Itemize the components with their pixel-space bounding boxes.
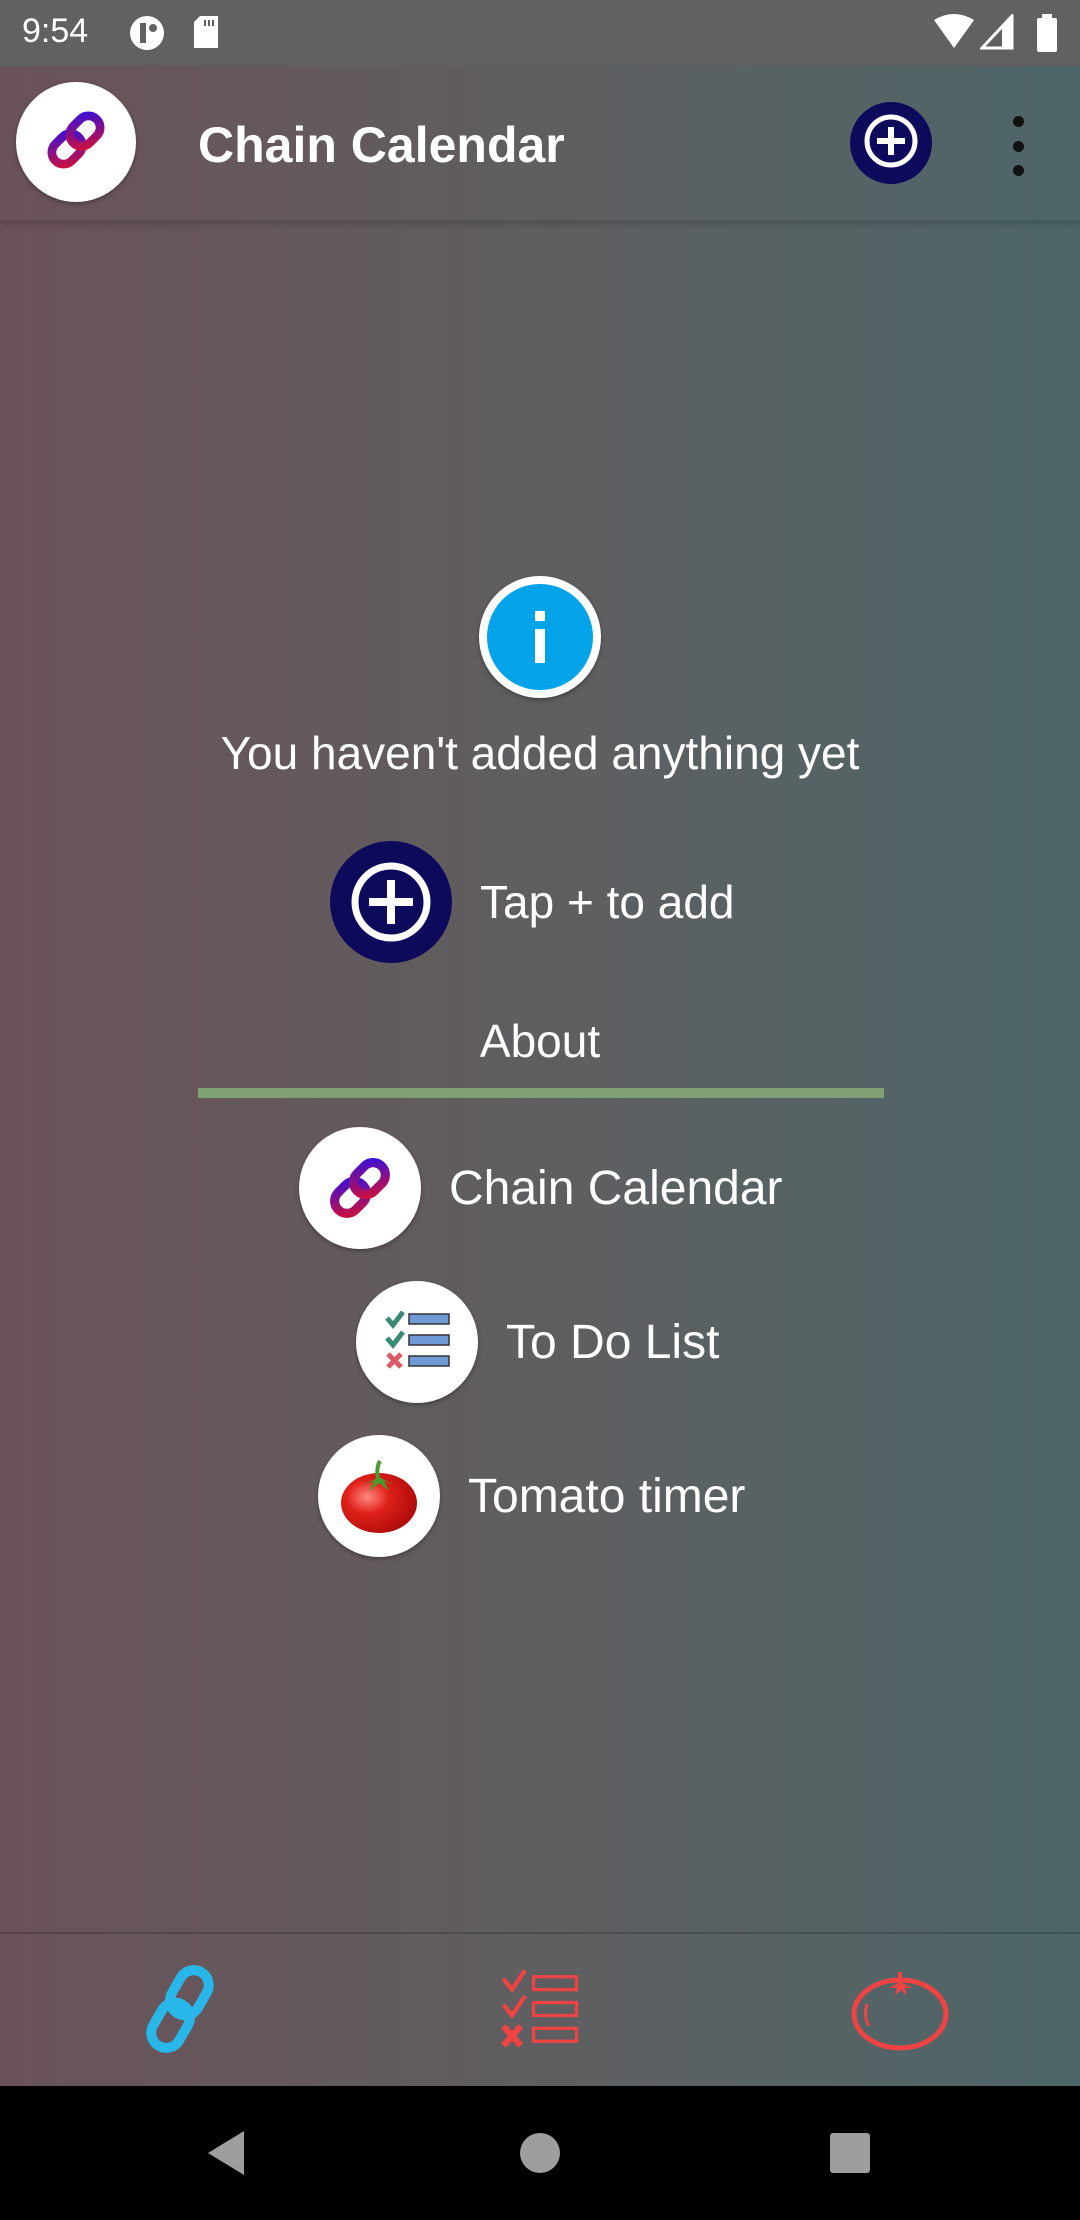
- sd-card-icon: [192, 14, 220, 55]
- about-item-tomato-timer[interactable]: Tomato timer: [318, 1434, 745, 1558]
- about-heading: About: [479, 1015, 601, 1067]
- battery-icon: [1036, 14, 1058, 57]
- empty-state-message: You haven't added anything yet: [220, 727, 860, 779]
- tap-to-add-hint: Tap + to add: [330, 840, 734, 964]
- recents-button[interactable]: [790, 2086, 910, 2220]
- chain-link-icon: [37, 101, 115, 184]
- wifi-icon: [934, 14, 974, 55]
- home-icon: [520, 2133, 560, 2173]
- about-item-to-do-list[interactable]: To Do List: [356, 1280, 719, 1404]
- chain-link-icon: [130, 1959, 230, 2064]
- add-button[interactable]: [850, 102, 932, 184]
- about-item-chain-calendar[interactable]: Chain Calendar: [299, 1126, 783, 1250]
- app-logo[interactable]: [16, 82, 136, 202]
- add-circle-icon[interactable]: [330, 841, 452, 963]
- about-divider: [198, 1088, 884, 1098]
- about-item-label: Tomato timer: [468, 1469, 746, 1523]
- app-title: Chain Calendar: [198, 117, 565, 173]
- bottom-navigation: [0, 1932, 1080, 2088]
- info-icon: [479, 576, 601, 698]
- nav-tab-chain-calendar[interactable]: [0, 1934, 360, 2088]
- about-item-label: To Do List: [506, 1315, 720, 1369]
- back-icon: [208, 2131, 244, 2175]
- status-bar: 9:54: [0, 0, 1080, 66]
- system-navigation-bar: [0, 2086, 1080, 2220]
- chain-link-icon: [299, 1127, 421, 1249]
- tap-to-add-text: Tap + to add: [480, 876, 735, 928]
- recents-icon: [830, 2133, 870, 2173]
- status-time: 9:54: [22, 12, 89, 50]
- more-vert-icon-dot: [1012, 165, 1024, 176]
- nav-tab-tomato-timer[interactable]: [720, 1934, 1080, 2088]
- more-vert-icon-dot: [1012, 116, 1024, 127]
- home-button[interactable]: [480, 2086, 600, 2220]
- overflow-menu-button[interactable]: [998, 116, 1038, 176]
- add-circle-icon: [861, 111, 921, 176]
- about-item-label: Chain Calendar: [449, 1161, 783, 1215]
- app-bar: Chain Calendar: [0, 66, 1080, 222]
- tomato-icon: [845, 1964, 955, 2059]
- nav-tab-to-do-list[interactable]: [360, 1934, 720, 2088]
- checklist-icon: [356, 1281, 478, 1403]
- checklist-icon: [497, 1966, 583, 2057]
- back-button[interactable]: [166, 2086, 286, 2220]
- cell-signal-icon: [978, 12, 1014, 55]
- notification-app-icon: [128, 14, 166, 57]
- more-vert-icon-dot: [1012, 140, 1024, 152]
- tomato-icon: [318, 1435, 440, 1557]
- app-screen: Chain Calendar You haven't added anythin…: [0, 66, 1080, 2086]
